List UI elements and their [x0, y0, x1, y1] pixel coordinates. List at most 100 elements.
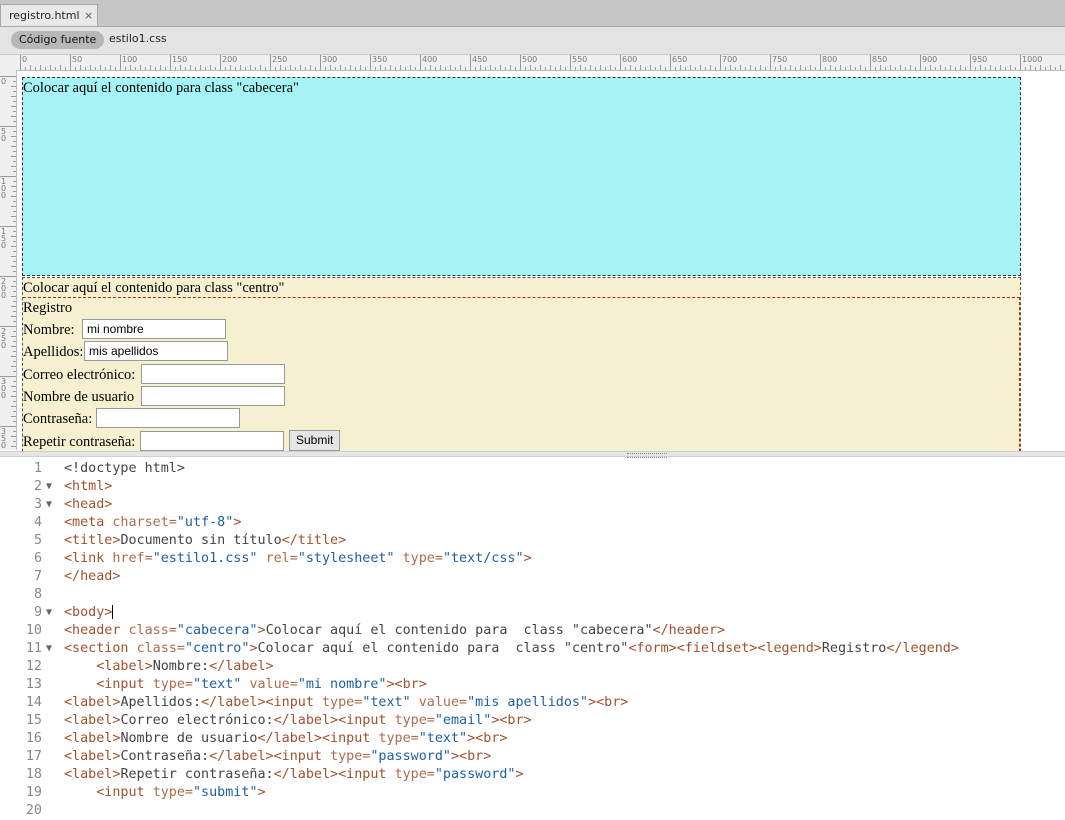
- related-file-css[interactable]: estilo1.css: [109, 32, 167, 45]
- ruler-tick: [11, 186, 16, 187]
- ruler-tick: [805, 67, 806, 70]
- fold-arrow-icon[interactable]: ▼: [46, 478, 52, 496]
- code-line[interactable]: 18 <label>Repetir contraseña:</label><inp…: [0, 766, 1065, 784]
- ruler-tick: [975, 67, 976, 70]
- line-number: 17: [25, 749, 42, 764]
- input-repetir-contrasena[interactable]: [140, 431, 284, 451]
- ruler-tick: [125, 67, 126, 70]
- ruler-label: 1000: [1022, 55, 1043, 64]
- ruler-tick: [515, 67, 516, 70]
- input-apellidos[interactable]: mis apellidos: [84, 341, 228, 361]
- ruler-tick: [1015, 67, 1016, 70]
- code-line[interactable]: 19 <input type="submit">: [0, 784, 1065, 802]
- line-number: 7: [33, 569, 42, 584]
- ruler-tick: [11, 136, 16, 137]
- ruler-tick: [520, 55, 521, 70]
- fold-arrow-icon[interactable]: ▼: [46, 604, 52, 622]
- tab-registro-html[interactable]: registro.html ×: [0, 4, 98, 26]
- ruler-tick: [115, 67, 116, 70]
- ruler-label: 550: [572, 55, 588, 64]
- code-line[interactable]: 4 <meta charset="utf-8">: [0, 514, 1065, 532]
- input-contrasena[interactable]: [96, 408, 240, 428]
- ruler-tick: [170, 55, 171, 70]
- code-line[interactable]: 12 <label>Nombre:</label>: [0, 658, 1065, 676]
- ruler-tick: [695, 67, 696, 70]
- ruler-tick: [320, 55, 321, 70]
- ruler-tick: [13, 111, 16, 112]
- ruler-tick: [110, 65, 111, 70]
- submit-button[interactable]: Submit: [289, 430, 341, 451]
- ruler-tick: [315, 67, 316, 70]
- ruler-corner: [0, 55, 16, 71]
- ruler-tick: [100, 65, 101, 70]
- ruler-tick: [480, 65, 481, 70]
- input-usuario[interactable]: [141, 386, 285, 406]
- source-code-button[interactable]: Código fuente: [11, 31, 105, 49]
- ruler-tick: [955, 67, 956, 70]
- code-line[interactable]: 16 <label>Nombre de usuario</label><input…: [0, 730, 1065, 748]
- code-line[interactable]: 14 <label>Apellidos:</label><input type="…: [0, 694, 1065, 712]
- ruler-tick: [770, 55, 771, 70]
- close-icon[interactable]: ×: [84, 9, 93, 22]
- code-line[interactable]: 8: [0, 586, 1065, 604]
- code-text: <label>Contraseña:</label><input type="p…: [64, 749, 492, 764]
- ruler-tick: [995, 67, 996, 70]
- ruler-tick: [830, 65, 831, 70]
- code-line[interactable]: 7 </head>: [0, 568, 1065, 586]
- ruler-tick: [13, 241, 16, 242]
- ruler-tick: [13, 251, 16, 252]
- ruler-tick: [610, 65, 611, 70]
- split-view-divider[interactable]: [0, 451, 1065, 458]
- ruler-label: 850: [872, 55, 888, 64]
- ruler-tick: [380, 65, 381, 70]
- line-number: 12: [25, 659, 42, 674]
- ruler-tick: [815, 67, 816, 70]
- ruler-tick: [810, 65, 811, 70]
- ruler-tick: [13, 311, 16, 312]
- ruler-tick: [11, 236, 16, 237]
- section-centro[interactable]: Colocar aquí el contenido para class "ce…: [22, 277, 1021, 451]
- line-number: 9: [33, 605, 42, 620]
- ruler-tick: [325, 67, 326, 70]
- ruler-tick: [450, 65, 451, 70]
- ruler-tick: [960, 65, 961, 70]
- code-line[interactable]: 1 <!doctype html>: [0, 460, 1065, 478]
- ruler-tick: [11, 216, 16, 217]
- input-correo[interactable]: [141, 364, 285, 384]
- ruler-tick: [130, 65, 131, 70]
- ruler-label: 300: [322, 55, 338, 64]
- header-cabecera[interactable]: Colocar aquí el contenido para class "ca…: [22, 77, 1021, 276]
- ruler-tick: [11, 166, 16, 167]
- ruler-tick: [180, 65, 181, 70]
- code-line[interactable]: 20: [0, 802, 1065, 820]
- ruler-tick: [13, 381, 16, 382]
- line-number: 18: [25, 767, 42, 782]
- code-line[interactable]: 11 ▼ <section class="centro">Colocar aquí …: [0, 640, 1065, 658]
- ruler-tick: [13, 431, 16, 432]
- ruler-tick: [460, 65, 461, 70]
- code-line[interactable]: 13 <input type="text" value="mi nombre">…: [0, 676, 1065, 694]
- code-line[interactable]: 5 <title>Documento sin título</title>: [0, 532, 1065, 550]
- ruler-tick: [440, 65, 441, 70]
- code-line[interactable]: 2 ▼ <html>: [0, 478, 1065, 496]
- code-line[interactable]: 15 <label>Correo electrónico:</label><inp…: [0, 712, 1065, 730]
- ruler-tick: [285, 67, 286, 70]
- vertical-ruler: 0 50 100 150 200 250 300 350: [0, 70, 17, 450]
- ruler-tick: [1030, 65, 1031, 70]
- code-line[interactable]: 9 ▼ <body>: [0, 604, 1065, 622]
- ruler-tick: [13, 181, 16, 182]
- fold-arrow-icon[interactable]: ▼: [46, 496, 52, 514]
- code-line[interactable]: 3 ▼ <head>: [0, 496, 1065, 514]
- ruler-tick: [370, 55, 371, 70]
- ruler-tick: [535, 67, 536, 70]
- fold-arrow-icon[interactable]: ▼: [46, 640, 52, 658]
- code-line[interactable]: 17 <label>Contraseña:</label><input type=…: [0, 748, 1065, 766]
- code-line[interactable]: 6 <link href="estilo1.css" rel="styleshee…: [0, 550, 1065, 568]
- input-nombre[interactable]: mi nombre: [82, 319, 226, 339]
- code-editor[interactable]: 1 <!doctype html> 2 ▼ <html> 3 ▼ <head> 4 <meta c…: [0, 458, 1065, 818]
- ruler-label: 350: [372, 55, 388, 64]
- ruler-tick: [620, 55, 621, 70]
- code-line[interactable]: 10 <header class="cabecera">Colocar aquí …: [0, 622, 1065, 640]
- ruler-tick: [13, 301, 16, 302]
- ruler-tick: [920, 55, 921, 70]
